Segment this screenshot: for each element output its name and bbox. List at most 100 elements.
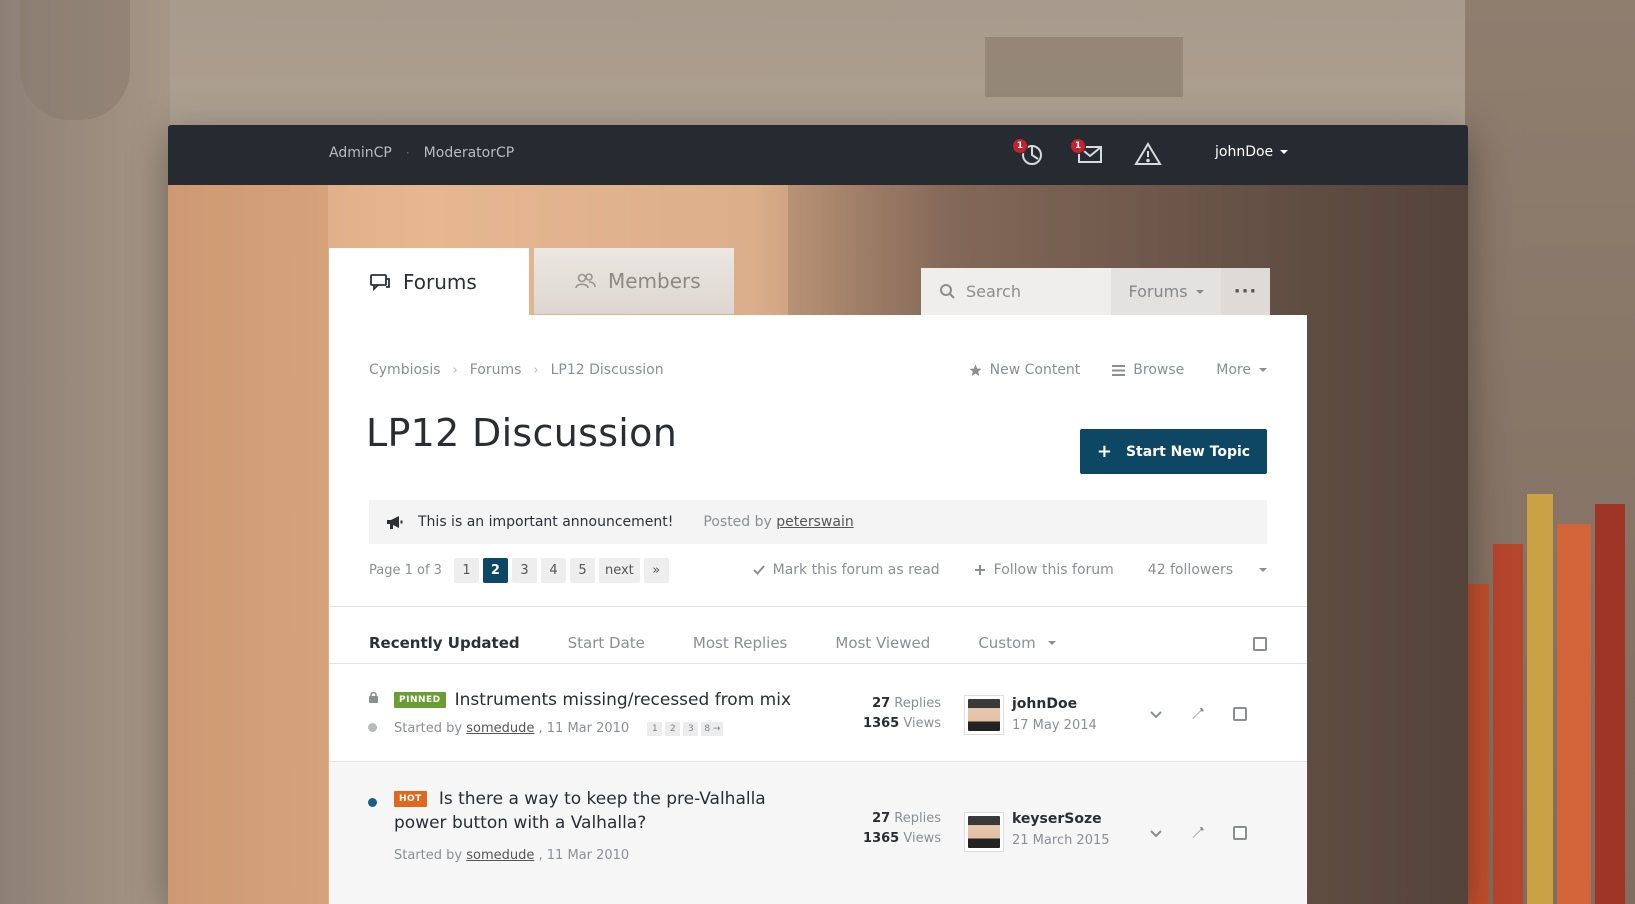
unread-indicator (368, 798, 377, 807)
row-select-checkbox[interactable] (1233, 707, 1247, 721)
moderatorcp-link[interactable]: ModeratorCP (424, 145, 515, 161)
page-button[interactable]: 1 (453, 557, 479, 583)
announcement-author-link[interactable]: peterswain (776, 514, 853, 530)
topic-meta: Started by somedude , 11 Mar 2010 (394, 848, 629, 863)
notifications-icon[interactable]: 1 (1012, 138, 1046, 168)
reports-icon[interactable] (1134, 140, 1162, 168)
members-icon (575, 273, 596, 289)
topic-page-link[interactable]: 1 (647, 721, 663, 736)
topic-title-link-cont[interactable]: power button with a Valhalla? (394, 813, 814, 833)
last-page-button[interactable]: » (643, 557, 669, 583)
chevron-down-icon[interactable] (1149, 707, 1163, 721)
forum-actions: Mark this forum as read Follow this foru… (752, 562, 1267, 578)
sort-recently-updated[interactable]: Recently Updated (369, 634, 520, 652)
topic-author-link[interactable]: somedude (466, 721, 534, 736)
forum-panel: Cymbiosis › Forums › LP12 Discussion New… (329, 315, 1307, 904)
username: johnDoe (1215, 144, 1274, 160)
replies-label: Replies (894, 811, 941, 826)
topic-date: , 11 Mar 2010 (538, 721, 630, 736)
topic-page-link[interactable]: 3 (683, 721, 699, 736)
link-separator: · (405, 146, 410, 160)
page-button[interactable]: 4 (540, 557, 566, 583)
last-poster-name[interactable]: johnDoe (1012, 694, 1097, 715)
topic-date: , 11 Mar 2010 (538, 848, 630, 863)
topic-author-link[interactable]: somedude (466, 848, 534, 863)
sort-most-viewed[interactable]: Most Viewed (835, 634, 930, 652)
start-new-topic-button[interactable]: + Start New Topic (1080, 429, 1267, 474)
more-label: More (1216, 362, 1251, 378)
breadcrumb-item[interactable]: Forums (470, 362, 522, 378)
topic-title-link[interactable]: Instruments missing/recessed from mix (455, 690, 791, 710)
reply-count: 27 (872, 696, 891, 711)
topbar-icons: 1 1 (1012, 138, 1162, 168)
breadcrumb-item[interactable]: LP12 Discussion (551, 362, 664, 378)
search-scope-label: Forums (1128, 282, 1188, 301)
user-menu[interactable]: johnDoe (1215, 144, 1289, 160)
topic-page-link[interactable]: 8 → (701, 721, 724, 736)
new-content-label: New Content (989, 362, 1081, 378)
background-books (1455, 470, 1635, 904)
page-button[interactable]: 5 (569, 557, 595, 583)
plus-icon (974, 565, 985, 575)
avatar[interactable] (964, 695, 1004, 735)
followers-dropdown[interactable]: 42 followers (1148, 562, 1267, 578)
wrench-icon[interactable] (1191, 707, 1205, 721)
search-bar: Search Forums ··· (921, 268, 1270, 315)
row-controls (1149, 707, 1247, 721)
chat-bubbles-icon (370, 273, 390, 291)
table-row: HOT Is there a way to keep the pre-Valha… (329, 762, 1307, 904)
pinned-badge: PINNED (394, 692, 446, 708)
lock-icon (369, 691, 378, 703)
next-page-button[interactable]: next (598, 557, 640, 583)
tab-forums-label: Forums (403, 269, 477, 294)
started-by-label: Started by (394, 721, 463, 736)
page-count-label: Page 1 of 3 (369, 562, 442, 578)
breadcrumb: Cymbiosis › Forums › LP12 Discussion (369, 362, 664, 378)
tab-forums[interactable]: Forums (329, 248, 529, 315)
announcement-posted-by: Posted by peterswain (703, 514, 853, 530)
chevron-down-icon (1280, 150, 1289, 154)
sort-most-replies[interactable]: Most Replies (693, 634, 787, 652)
follow-forum-link[interactable]: Follow this forum (974, 562, 1114, 578)
app-window: AdminCP · ModeratorCP 1 1 johnDoe Forums… (168, 125, 1468, 904)
page-button[interactable]: 3 (511, 557, 537, 583)
divider (329, 606, 1307, 607)
chevron-down-icon (1195, 289, 1204, 294)
browse-link[interactable]: Browse (1112, 362, 1184, 378)
chevron-right-icon: › (533, 362, 539, 378)
admincp-link[interactable]: AdminCP (329, 145, 392, 161)
wrench-icon[interactable] (1191, 826, 1205, 840)
messages-icon[interactable]: 1 (1070, 138, 1104, 168)
topic-title-link[interactable]: Is there a way to keep the pre-Valhalla (439, 789, 766, 809)
replies-label: Replies (894, 696, 941, 711)
hero-pattern (168, 185, 328, 904)
last-poster-name[interactable]: keyserSoze (1012, 809, 1110, 830)
topic-stats: 27 Replies 1365 Views (851, 694, 941, 734)
sort-custom-dropdown[interactable]: Custom (978, 634, 1056, 652)
mark-read-link[interactable]: Mark this forum as read (752, 562, 940, 578)
megaphone-icon (387, 515, 403, 529)
more-menu[interactable]: More (1216, 362, 1267, 378)
search-options-button[interactable]: ··· (1221, 268, 1270, 315)
search-input[interactable]: Search (921, 268, 1111, 315)
followers-count: 42 followers (1147, 562, 1233, 578)
star-icon (969, 364, 982, 376)
new-content-link[interactable]: New Content (969, 362, 1081, 378)
chevron-down-icon[interactable] (1149, 826, 1163, 840)
search-placeholder: Search (966, 282, 1021, 301)
sort-start-date[interactable]: Start Date (568, 634, 645, 652)
topic-page-link[interactable]: 2 (665, 721, 681, 736)
avatar[interactable] (964, 812, 1004, 852)
tab-members[interactable]: Members (534, 248, 734, 314)
chevron-down-icon (1259, 368, 1267, 372)
row-select-checkbox[interactable] (1233, 826, 1247, 840)
page-button-active[interactable]: 2 (482, 557, 508, 583)
search-scope-dropdown[interactable]: Forums (1111, 268, 1221, 315)
last-post-date: 17 May 2014 (1012, 718, 1097, 733)
announcement-text[interactable]: This is an important announcement! (418, 514, 673, 530)
last-poster: keyserSoze 21 March 2015 (1012, 809, 1110, 851)
sort-tabs: Recently Updated Start Date Most Replies… (369, 623, 1267, 663)
select-all-checkbox[interactable] (1253, 637, 1267, 651)
breadcrumb-item[interactable]: Cymbiosis (369, 362, 441, 378)
started-by-label: Started by (394, 848, 463, 863)
